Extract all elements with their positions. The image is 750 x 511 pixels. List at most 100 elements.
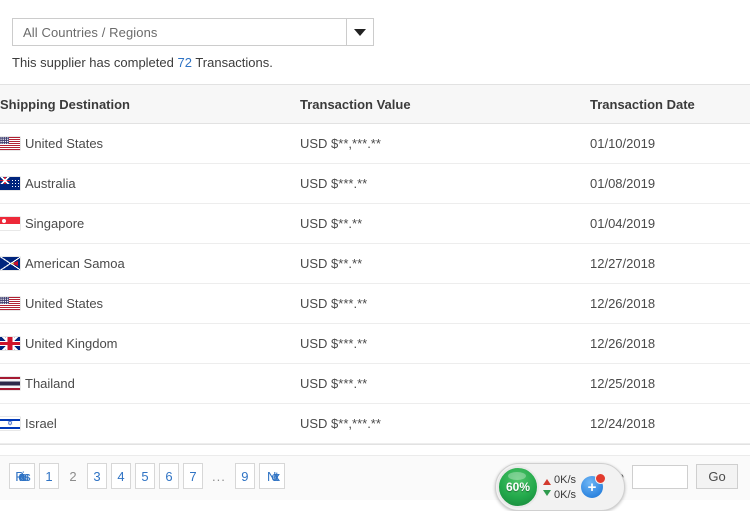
cell-transaction-value: USD $***.** [300,363,590,404]
flag-us-icon [0,137,20,150]
cell-transaction-date: 12/27/2018 [590,243,750,284]
destination-label: American Samoa [25,256,125,271]
goto-page-input[interactable] [632,464,688,489]
column-header-shipping-destination: Shipping Destination [0,85,300,124]
go-button[interactable]: Go [696,464,738,489]
network-monitor-overlay[interactable]: 60% 0K/s 0K/s + [495,463,625,511]
table-row[interactable]: Thailand USD $***.** 12/25/2018 [0,363,750,404]
pagination-page-3[interactable]: 3 [87,463,107,489]
plus-glyph: + [587,478,597,496]
table-row[interactable]: United Kingdom USD $***.** 12/26/2018 [0,323,750,364]
pagination-page-1[interactable]: 1 [39,463,59,489]
table-row[interactable]: Israel USD $**,***.**12/24/2018 [0,403,750,444]
destination-cell: Thailand [0,376,300,391]
download-arrow-icon [543,489,551,496]
destination-cell: United Kingdom [0,336,300,351]
flag-gb-icon [0,337,20,350]
cell-transaction-value: USD $**,***.** [300,123,590,164]
pagination-page-9[interactable]: 9 [234,463,255,489]
destination-cell: American Samoa [0,256,300,271]
cell-transaction-value: USD $***.** [300,283,590,324]
cell-transaction-value: USD $***.** [300,323,590,364]
cell-shipping-destination: Singapore [0,203,300,244]
table-header-row: Shipping Destination Transaction Value T… [0,85,750,124]
column-header-transaction-date: Transaction Date [590,85,750,124]
destination-label: Israel [25,416,57,431]
destination-cell: Australia [0,176,300,191]
pagination-ellipsis: ... [212,468,226,484]
cell-transaction-value: USD $**.** [300,203,590,244]
country-region-selected-value: All Countries / Regions [23,24,158,40]
destination-label: United States [25,296,104,311]
destination-label: United States [25,136,104,151]
summary-suffix: Transactions. [191,55,273,70]
pagination-page-4[interactable]: 4 [111,463,131,489]
cell-transaction-date: 01/10/2019 [590,123,750,164]
pagination-page-5[interactable]: 5 [135,463,155,489]
pagination-bar: Previous1234567...9Next Go to Page Go [0,455,750,500]
destination-cell: United States [0,296,300,311]
table-header: Shipping Destination Transaction Value T… [0,85,750,124]
gauge-percent-label: 60% [505,480,531,494]
table-row[interactable]: Australia USD $***.** 01/08/2019 [0,163,750,204]
pagination-page-current: 2 [69,468,77,484]
cell-transaction-date: 12/26/2018 [590,283,750,324]
flag-il-icon [0,417,20,430]
flag-sg-icon [0,217,20,230]
destination-cell: Israel [0,416,300,431]
transactions-table: Shipping Destination Transaction Value T… [0,85,750,444]
cell-shipping-destination: American Samoa [0,243,300,284]
cpu-gauge-icon: 60% [497,466,539,508]
destination-cell: United States [0,136,300,151]
cell-shipping-destination: United States [0,123,300,164]
table-row[interactable]: United States USD $***.** 12/26/2018 [0,283,750,324]
country-region-select[interactable]: All Countries / Regions [12,18,374,46]
cell-shipping-destination: United Kingdom [0,323,300,364]
add-badge-icon[interactable]: + [581,473,607,498]
network-speeds: 0K/s 0K/s [543,474,576,501]
cell-shipping-destination: Thailand [0,363,300,404]
chevron-down-icon[interactable] [346,19,373,45]
filter-area: All Countries / Regions This supplier ha… [0,0,750,70]
transaction-summary: This supplier has completed 72 Transacti… [12,55,738,70]
destination-label: Australia [25,176,76,191]
flag-th-icon [0,377,20,390]
column-header-transaction-value: Transaction Value [300,85,590,124]
pagination-page-6[interactable]: 6 [159,463,179,489]
cell-shipping-destination: Australia [0,163,300,204]
cell-transaction-date: 01/08/2019 [590,163,750,204]
cell-transaction-value: USD $**,***.** [300,403,590,444]
table-row[interactable]: United States USD $**,***.** 01/10/2019 [0,123,750,164]
table-row[interactable]: American Samoa USD $**.** 12/27/2018 [0,243,750,284]
speed-values: 0K/s 0K/s [554,474,576,501]
cell-transaction-date: 12/26/2018 [590,323,750,364]
speed-arrows [543,478,551,496]
alert-dot-icon [595,473,607,484]
cell-shipping-destination: United States [0,283,300,324]
destination-label: Thailand [25,376,75,391]
transactions-table-container: Shipping Destination Transaction Value T… [0,84,750,445]
pagination-page-7[interactable]: 7 [183,463,203,489]
table-body: United States USD $**,***.** 01/10/2019 Aus… [0,123,750,444]
destination-label: United Kingdom [25,336,118,351]
download-rate-label: 0K/s [554,488,577,501]
cell-transaction-date: 01/04/2019 [590,203,750,244]
cell-transaction-date: 12/25/2018 [590,363,750,404]
upload-arrow-icon [543,478,551,485]
pagination-controls: Previous 1 2 3 4 5 6 7... 9 Next [9,463,285,489]
cell-transaction-value: USD $***.** [300,163,590,204]
flag-us-icon [0,297,20,310]
table-row[interactable]: Singapore USD $**.** 01/04/2019 [0,203,750,244]
pagination-previous-button[interactable]: Previous [9,463,35,489]
transaction-count[interactable]: 72 [177,55,191,70]
cell-shipping-destination: Israel [0,403,300,444]
flag-au-icon [0,177,20,190]
flag-as-icon [0,257,20,270]
cell-transaction-value: USD $**.** [300,243,590,284]
destination-cell: Singapore [0,216,300,231]
destination-label: Singapore [25,216,85,231]
upload-rate-label: 0K/s [554,473,577,486]
chevron-down-glyph [354,28,366,36]
cell-transaction-date: 12/24/2018 [590,403,750,444]
pagination-next-button[interactable]: Next [258,463,285,489]
